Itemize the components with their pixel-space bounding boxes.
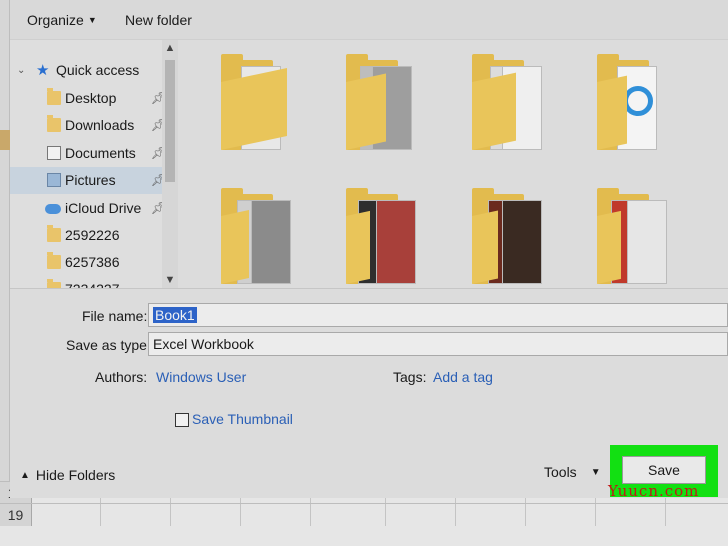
- row-header: 19: [0, 504, 32, 526]
- pictures-folder-icon: [47, 173, 61, 187]
- folder-thumbnail[interactable]: [346, 188, 418, 288]
- folder-thumbnail[interactable]: [597, 54, 669, 156]
- folder-icon: [47, 225, 61, 242]
- organize-button[interactable]: Organize ▼: [27, 12, 97, 28]
- organize-label: Organize: [27, 12, 84, 28]
- nav-item-label: Quick access: [56, 62, 140, 78]
- nav-item-label: Downloads: [65, 117, 135, 133]
- excel-cell-marker: [0, 130, 10, 150]
- dropdown-caret-icon: ▼: [87, 15, 97, 25]
- nav-item-quick-access[interactable]: ⌄ ★ Quick access: [10, 57, 170, 84]
- browser-icon: [623, 86, 653, 116]
- save-button[interactable]: Save: [622, 456, 706, 484]
- folder-thumbnail[interactable]: [472, 188, 544, 288]
- chevron-down-icon[interactable]: ⌄: [17, 57, 25, 84]
- file-name-input[interactable]: Book1: [148, 303, 728, 327]
- nav-item-label: 2592226: [65, 227, 120, 243]
- save-as-type-select[interactable]: Excel Workbook: [148, 332, 728, 356]
- excel-window-edge: [0, 0, 10, 546]
- nav-item-folder[interactable]: 7234227: [10, 276, 170, 288]
- navigation-pane: ⌄ ★ Quick access Desktop 📌︎ Downloads 📌︎…: [10, 40, 170, 288]
- dialog-toolbar: Organize ▼ New folder: [10, 0, 728, 40]
- nav-item-downloads[interactable]: Downloads 📌︎: [10, 112, 170, 139]
- document-folder-icon: [47, 146, 61, 160]
- nav-item-label: Pictures: [65, 172, 116, 188]
- excel-row: 19: [0, 503, 728, 526]
- nav-item-documents[interactable]: Documents 📌︎: [10, 140, 170, 167]
- nav-item-folder[interactable]: 2592226: [10, 222, 170, 249]
- scroll-down-icon[interactable]: ▼: [162, 272, 178, 288]
- nav-item-folder[interactable]: 6257386: [10, 249, 170, 276]
- save-thumbnail-label: Save Thumbnail: [192, 411, 293, 427]
- tags-label: Tags:: [393, 369, 427, 385]
- save-thumbnail-checkbox[interactable]: [175, 413, 189, 427]
- folder-icon: [47, 88, 61, 105]
- star-icon: ★: [36, 62, 50, 79]
- scroll-up-icon[interactable]: ▲: [162, 40, 178, 56]
- nav-item-pictures[interactable]: Pictures 📌︎: [10, 167, 170, 194]
- nav-item-label: Desktop: [65, 90, 117, 106]
- authors-link[interactable]: Windows User: [156, 369, 246, 385]
- new-folder-button[interactable]: New folder: [125, 12, 192, 28]
- chevron-up-icon: ▲: [20, 470, 30, 481]
- cloud-icon: [45, 204, 61, 214]
- nav-item-label: 6257386: [65, 254, 120, 270]
- authors-label: Authors:: [95, 369, 148, 385]
- folder-thumbnail[interactable]: [597, 188, 669, 288]
- folder-thumbnail[interactable]: [346, 54, 418, 156]
- nav-scrollbar[interactable]: ▲ ▼: [162, 40, 178, 288]
- watermark: Yuucn.com: [608, 482, 700, 500]
- dropdown-caret-icon: ▼: [590, 467, 601, 478]
- file-list: [178, 40, 728, 288]
- nav-item-icloud-drive[interactable]: iCloud Drive 📌︎: [10, 195, 170, 222]
- folder-thumbnail[interactable]: [472, 54, 544, 156]
- file-name-value: Book1: [153, 307, 197, 323]
- nav-item-label: 7234227: [65, 276, 120, 288]
- save-as-dialog: Organize ▼ New folder ⌄ ★ Quick access De…: [10, 0, 728, 498]
- nav-item-desktop[interactable]: Desktop 📌︎: [10, 85, 170, 112]
- file-name-label: File name:: [82, 308, 148, 324]
- tools-label: Tools: [544, 464, 577, 480]
- hide-folders-button[interactable]: ▲ Hide Folders: [20, 467, 115, 483]
- save-options: File name: Book1 Save as type: Excel Wor…: [10, 288, 728, 498]
- tools-button[interactable]: Tools ▼: [544, 464, 601, 480]
- scrollbar-thumb[interactable]: [165, 60, 175, 182]
- add-tag-link[interactable]: Add a tag: [433, 369, 493, 385]
- folder-icon: [47, 252, 61, 269]
- nav-item-label: Documents: [65, 145, 136, 161]
- folder-thumbnail[interactable]: [221, 188, 293, 288]
- save-as-type-label: Save as type:: [66, 337, 151, 353]
- download-folder-icon: [47, 115, 61, 132]
- folder-thumbnail[interactable]: [221, 54, 293, 156]
- nav-item-label: iCloud Drive: [65, 200, 142, 216]
- hide-folders-label: Hide Folders: [35, 467, 116, 483]
